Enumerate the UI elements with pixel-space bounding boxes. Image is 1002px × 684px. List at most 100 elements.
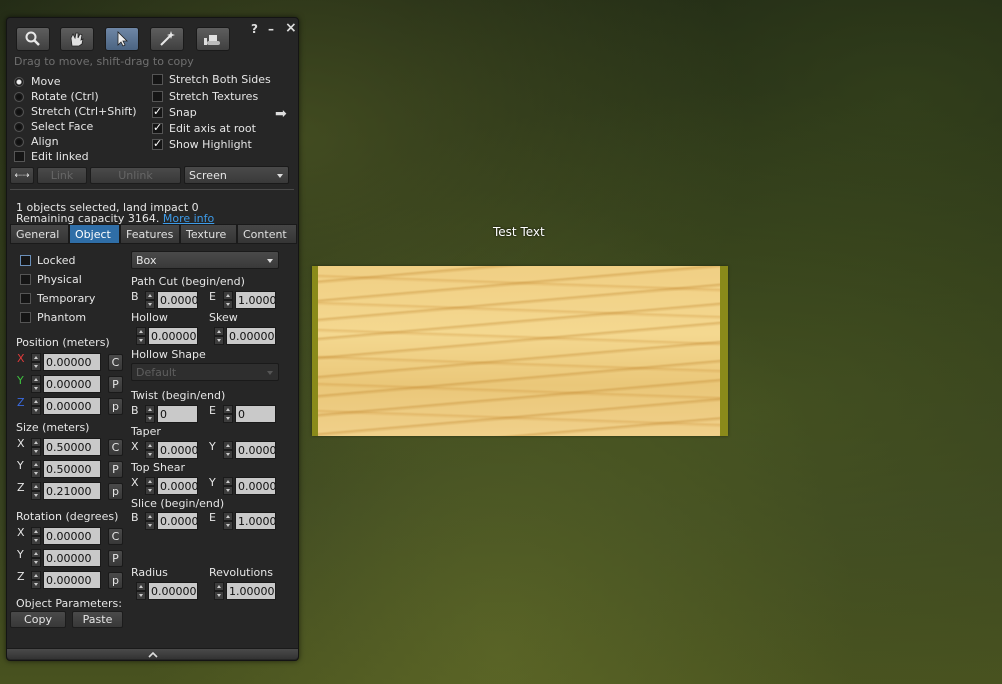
checkbox-box[interactable] [14,151,25,162]
rotation-copy-button[interactable]: C [108,528,123,545]
skew-spinner[interactable]: 0.00000 [214,327,276,345]
land-tool-button[interactable] [196,27,230,51]
taper-y-input[interactable]: 0.0000 [235,441,276,459]
checkbox-box[interactable] [152,121,163,134]
close-icon[interactable]: × [285,20,297,36]
radio-align[interactable]: Align [14,135,59,148]
skew-input[interactable]: 0.00000 [226,327,276,345]
rotation-x-spinner[interactable]: 0.00000 [31,527,101,545]
spinner-arrows[interactable] [145,512,155,530]
path-cut-e-spinner[interactable]: 1.0000 [223,291,276,309]
spinner-arrows[interactable] [31,527,41,545]
position-x-input[interactable]: 0.00000 [43,353,101,371]
paste-params-button[interactable]: Paste [72,611,123,628]
slice-b-spinner[interactable]: 0.0000 [145,512,198,530]
link-button[interactable]: Link [37,167,87,184]
position-paste-button[interactable]: P [108,376,123,393]
size-z-spinner[interactable]: 0.21000 [31,482,101,500]
rotation-z-spinner[interactable]: 0.00000 [31,571,101,589]
spinner-arrows[interactable] [31,460,41,478]
spinner-arrows[interactable] [145,291,155,309]
show-highlight-checkbox[interactable]: Show Highlight [152,137,252,151]
edit-linked-checkbox[interactable]: Edit linked [14,150,89,163]
shear-y-spinner[interactable]: 0.0000 [223,477,276,495]
slice-b-input[interactable]: 0.0000 [157,512,198,530]
position-z-spinner[interactable]: 0.00000 [31,397,101,415]
radio-indicator[interactable] [14,76,24,87]
rotation-x-input[interactable]: 0.00000 [43,527,101,545]
taper-x-spinner[interactable]: 0.0000 [145,441,198,459]
spinner-arrows[interactable] [136,582,146,600]
path-cut-e-input[interactable]: 1.0000 [235,291,276,309]
arrow-right-icon[interactable]: ➡ [275,106,287,122]
twist-e-spinner[interactable]: 0 [223,405,276,423]
spinner-arrows[interactable] [136,327,146,345]
edit-tool-button[interactable] [105,27,139,51]
spinner-arrows[interactable] [145,441,155,459]
rotation-z-input[interactable]: 0.00000 [43,571,101,589]
checkbox-box[interactable] [20,312,31,323]
twist-b-spinner[interactable]: 0 [145,405,198,423]
ruler-mode-dropdown[interactable]: Screen [184,166,289,184]
checkbox-box[interactable] [152,137,163,150]
checkbox-box[interactable] [152,105,163,118]
wood-box-object[interactable] [312,266,728,436]
spinner-arrows[interactable] [31,571,41,589]
radio-stretch[interactable]: Stretch (Ctrl+Shift) [14,105,137,118]
spinner-arrows[interactable] [223,512,233,530]
radio-indicator[interactable] [14,121,24,132]
spinner-arrows[interactable] [223,405,233,423]
position-x-spinner[interactable]: 0.00000 [31,353,101,371]
size-paste-button[interactable]: P [108,461,123,478]
spinner-arrows[interactable] [145,405,155,423]
checkbox-box[interactable] [20,274,31,285]
rotation-paste-options-button[interactable]: p [108,572,123,589]
position-copy-button[interactable]: C [108,354,123,371]
size-copy-button[interactable]: C [108,439,123,456]
position-paste-options-button[interactable]: p [108,398,123,415]
shear-x-input[interactable]: 0.0000 [157,477,198,495]
spinner-arrows[interactable] [214,582,224,600]
radio-rotate[interactable]: Rotate (Ctrl) [14,90,99,103]
shear-y-input[interactable]: 0.0000 [235,477,276,495]
twist-e-input[interactable]: 0 [235,405,276,423]
position-y-spinner[interactable]: 0.00000 [31,375,101,393]
tab-features[interactable]: Features [120,224,180,244]
grab-tool-button[interactable] [60,27,94,51]
edit-axis-at-root-checkbox[interactable]: Edit axis at root [152,121,256,135]
rotation-paste-button[interactable]: P [108,550,123,567]
spinner-arrows[interactable] [31,353,41,371]
tab-object[interactable]: Object [69,224,120,244]
tab-general[interactable]: General [10,224,69,244]
rotation-y-spinner[interactable]: 0.00000 [31,549,101,567]
temporary-checkbox[interactable]: Temporary [20,292,95,305]
slice-e-input[interactable]: 1.0000 [235,512,276,530]
size-y-input[interactable]: 0.50000 [43,460,101,478]
size-x-input[interactable]: 0.50000 [43,438,101,456]
slice-e-spinner[interactable]: 1.0000 [223,512,276,530]
radius-input[interactable]: 0.00000 [148,582,198,600]
prim-type-dropdown[interactable]: Box [131,251,279,269]
tab-content[interactable]: Content [237,224,297,244]
taper-x-input[interactable]: 0.0000 [157,441,198,459]
spinner-arrows[interactable] [223,441,233,459]
checkbox-box[interactable] [152,74,163,85]
phantom-checkbox[interactable]: Phantom [20,311,86,324]
spinner-arrows[interactable] [31,375,41,393]
size-x-spinner[interactable]: 0.50000 [31,438,101,456]
taper-y-spinner[interactable]: 0.0000 [223,441,276,459]
tab-texture[interactable]: Texture [180,224,237,244]
radio-move[interactable]: Move [14,75,61,88]
checkbox-box[interactable] [20,255,31,266]
spinner-arrows[interactable] [31,397,41,415]
checkbox-box[interactable] [20,293,31,304]
path-cut-b-input[interactable]: 0.0000 [157,291,198,309]
hollow-shape-dropdown[interactable]: Default [131,363,279,381]
rotation-y-input[interactable]: 0.00000 [43,549,101,567]
size-paste-options-button[interactable]: p [108,483,123,500]
unlink-button[interactable]: Unlink [90,167,181,184]
focus-tool-button[interactable] [16,27,50,51]
path-cut-b-spinner[interactable]: 0.0000 [145,291,198,309]
help-icon[interactable]: ? [251,22,258,36]
spinner-arrows[interactable] [223,477,233,495]
